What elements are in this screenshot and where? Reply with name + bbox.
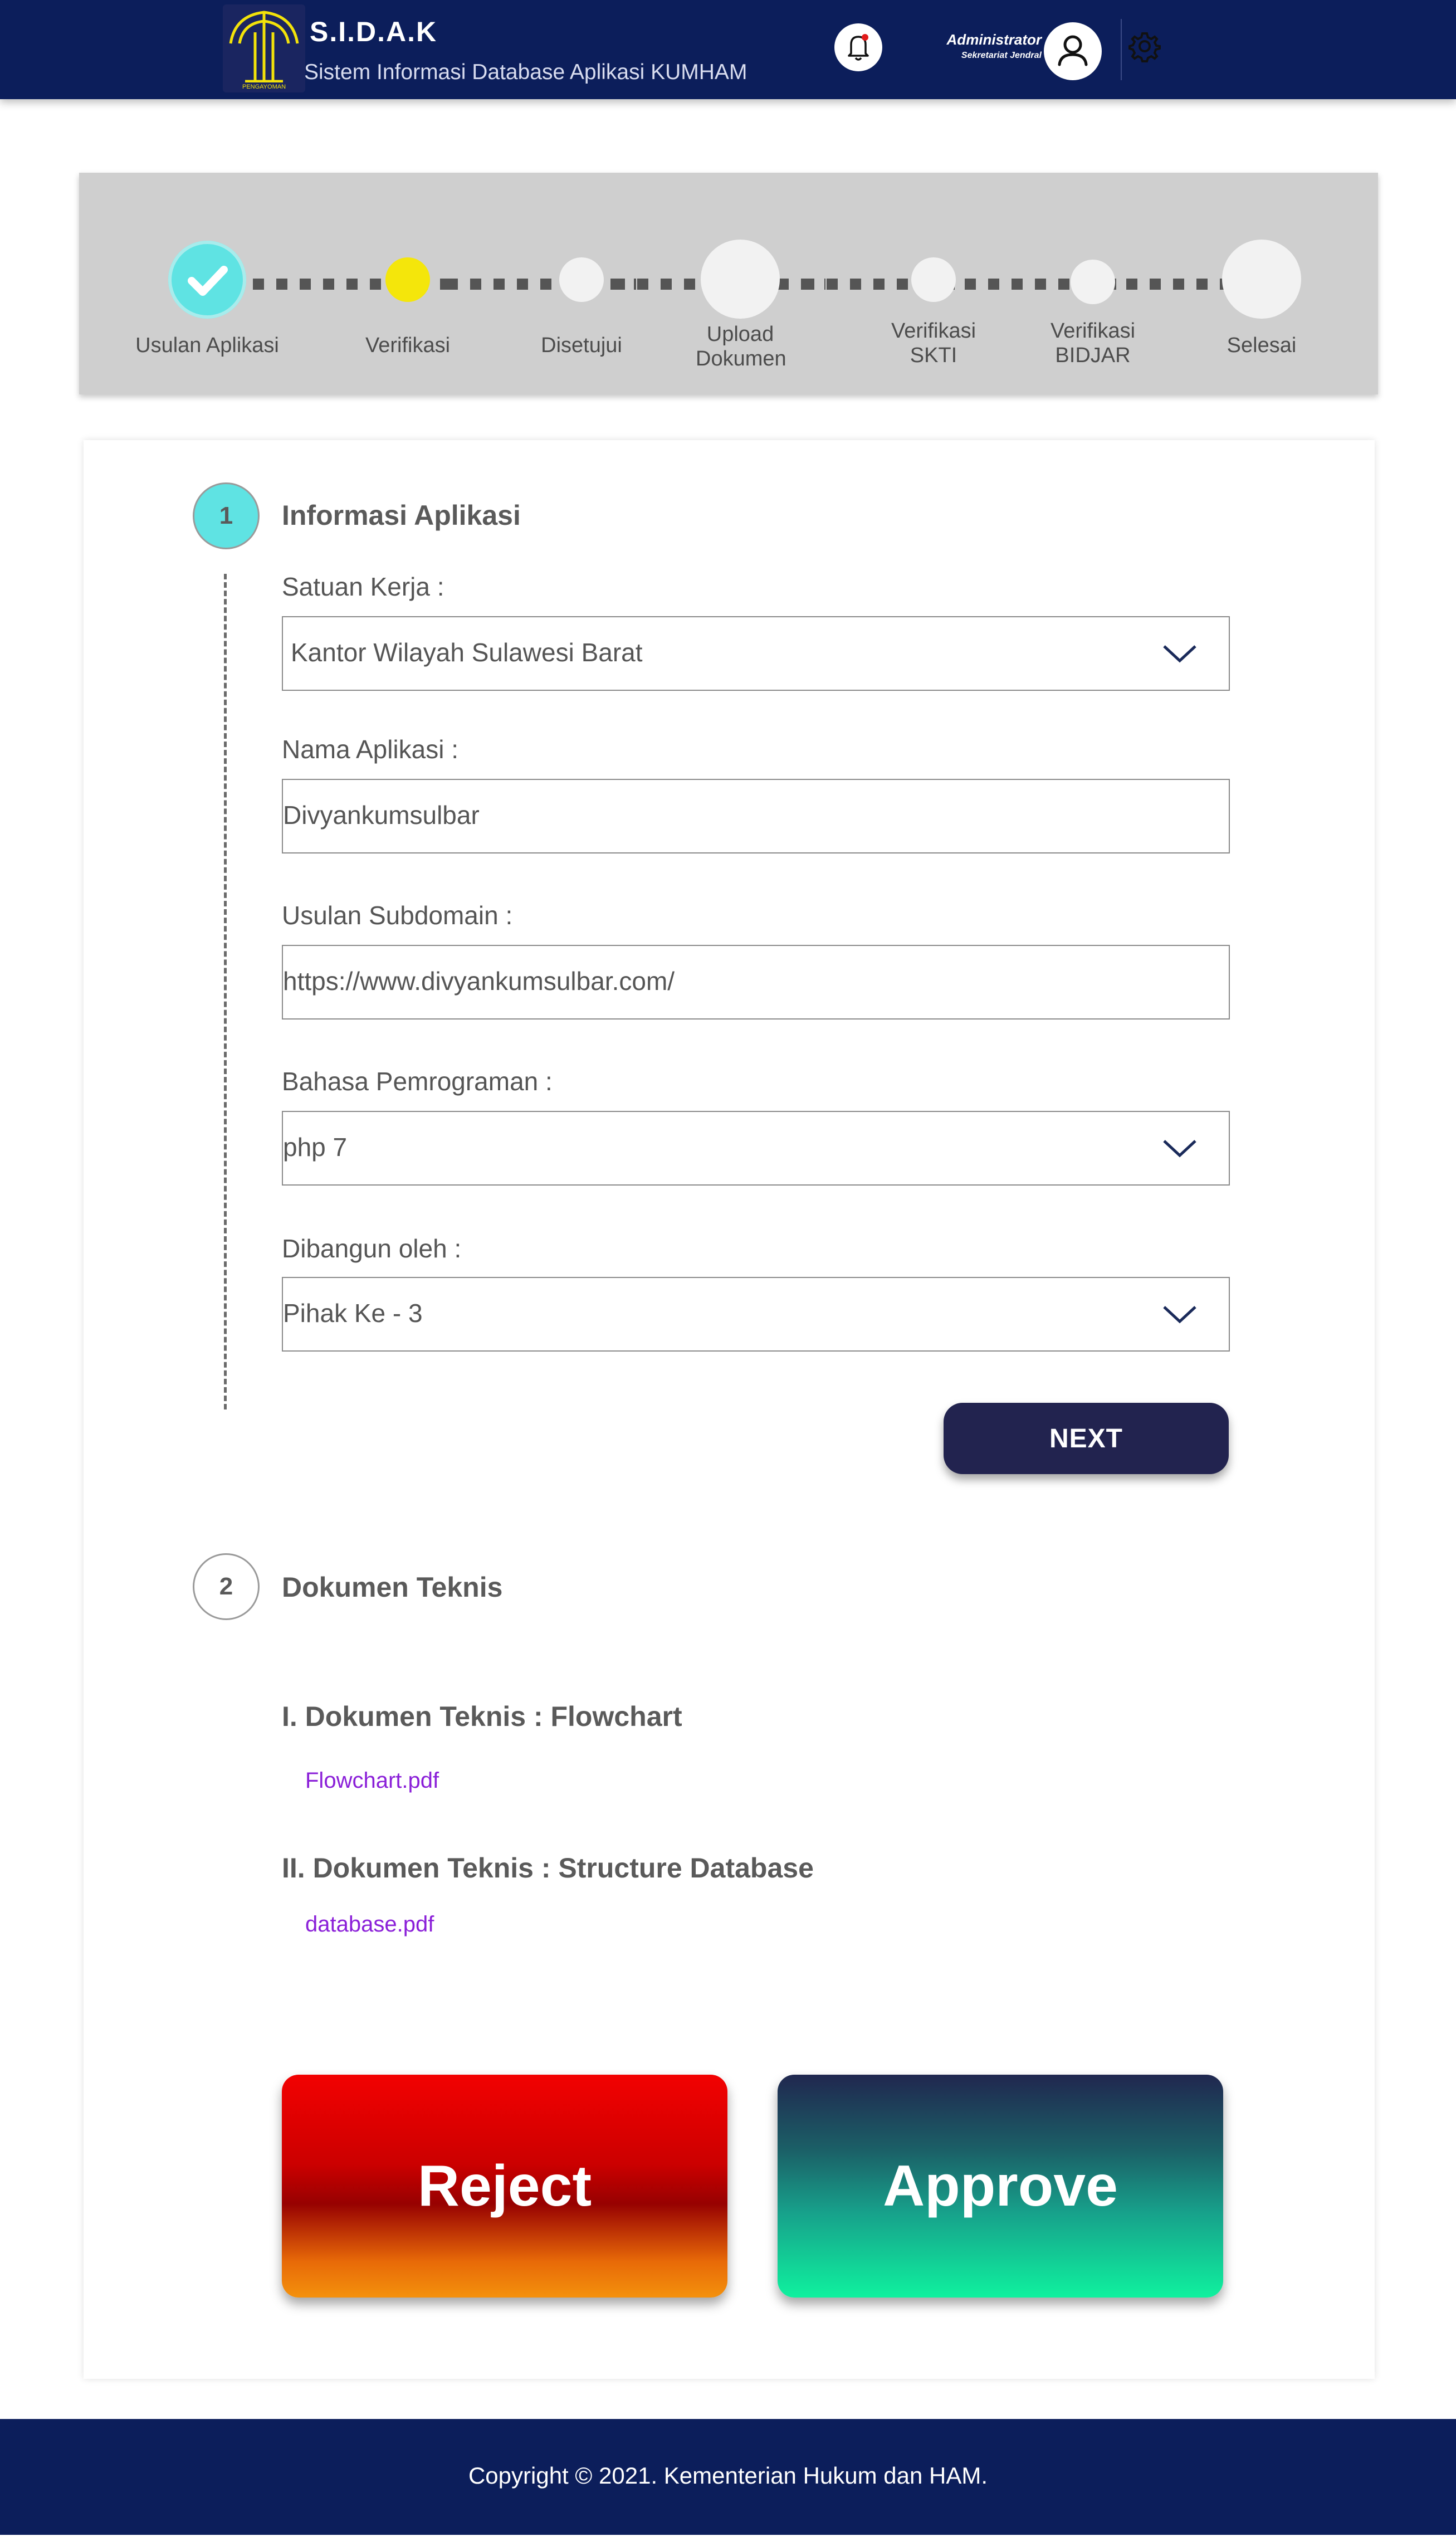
database-file-link[interactable]: database.pdf xyxy=(305,1912,434,1937)
field-label-bahasa-pemrograman: Bahasa Pemrograman : xyxy=(282,1067,553,1096)
step-verifikasi[interactable] xyxy=(385,257,430,302)
logo-emblem[interactable]: PENGAYOMAN xyxy=(223,4,305,92)
field-value: php 7 xyxy=(283,1133,348,1162)
top-header: PENGAYOMAN S.I.D.A.K Sistem Informasi Da… xyxy=(0,0,1456,99)
dibangun-oleh-select[interactable]: Pihak Ke - 3 xyxy=(282,1277,1230,1352)
step-label: Upload Dokumen xyxy=(696,323,786,370)
flowchart-file-link[interactable]: Flowchart.pdf xyxy=(305,1768,439,1793)
document-title-flowchart: I. Dokumen Teknis : Flowchart xyxy=(282,1701,682,1732)
document-title-structure-database: II. Dokumen Teknis : Structure Database xyxy=(282,1852,814,1884)
step-label: Usulan Aplikasi xyxy=(135,334,279,357)
step-disetujui[interactable] xyxy=(559,257,604,302)
field-value: Pihak Ke - 3 xyxy=(283,1299,423,1328)
header-divider xyxy=(1121,19,1122,80)
user-role: Sekretariat Jendral xyxy=(961,51,1042,60)
logo-text: PENGAYOMAN xyxy=(242,84,286,90)
step-label: Verifikasi BIDJAR xyxy=(1050,319,1136,367)
section-title-informasi-aplikasi: Informasi Aplikasi xyxy=(282,500,521,531)
section-connector xyxy=(224,574,227,1409)
app-subtitle: Sistem Informasi Database Aplikasi KUMHA… xyxy=(304,60,747,84)
bell-icon xyxy=(848,34,869,61)
user-info[interactable]: Administrator Sekretariat Jendral xyxy=(886,31,1042,81)
check-icon xyxy=(188,266,228,296)
step-label: Verifikasi SKTI xyxy=(891,319,976,367)
copyright-text: Copyright © 2021. Kementerian Hukum dan … xyxy=(468,2462,988,2489)
approve-button[interactable]: Approve xyxy=(778,2075,1223,2298)
step-usulan-aplikasi[interactable] xyxy=(168,241,246,319)
step-label: Verifikasi xyxy=(365,334,451,357)
step-verifikasi-skti[interactable] xyxy=(911,257,956,302)
usulan-subdomain-input[interactable]: https://www.divyankumsulbar.com/ xyxy=(282,945,1230,1020)
chevron-down-icon xyxy=(1162,1137,1198,1161)
satuan-kerja-select[interactable]: Kantor Wilayah Sulawesi Barat xyxy=(282,616,1230,691)
app-title: S.I.D.A.K xyxy=(310,16,438,47)
user-name: Administrator xyxy=(946,31,1042,48)
user-avatar[interactable] xyxy=(1044,22,1102,80)
notification-button[interactable] xyxy=(834,23,882,71)
settings-button[interactable] xyxy=(1125,27,1164,66)
stepper-connector xyxy=(253,279,462,290)
step-label: Disetujui xyxy=(541,334,622,357)
field-label-nama-aplikasi: Nama Aplikasi : xyxy=(282,735,459,764)
stepper-connector xyxy=(447,279,636,290)
field-value: Kantor Wilayah Sulawesi Barat xyxy=(291,638,643,667)
application-form-card: 1 Informasi Aplikasi Satuan Kerja : Kant… xyxy=(84,440,1375,2379)
progress-stepper: Usulan Aplikasi Verifikasi Disetujui Upl… xyxy=(79,173,1378,394)
field-label-dibangun-oleh: Dibangun oleh : xyxy=(282,1234,462,1263)
reject-button[interactable]: Reject xyxy=(282,2075,727,2298)
step-upload-dokumen[interactable] xyxy=(701,240,780,319)
step-verifikasi-bidjar[interactable] xyxy=(1071,260,1115,304)
nama-aplikasi-input[interactable]: Divyankumsulbar xyxy=(282,779,1230,853)
field-label-usulan-subdomain: Usulan Subdomain : xyxy=(282,901,513,930)
bahasa-pemrograman-select[interactable]: php 7 xyxy=(282,1111,1230,1186)
chevron-down-icon xyxy=(1162,642,1198,666)
section-title-dokumen-teknis: Dokumen Teknis xyxy=(282,1572,503,1603)
logo-emblem-graphic: PENGAYOMAN xyxy=(229,11,299,90)
section-number-2: 2 xyxy=(193,1553,260,1620)
footer: Copyright © 2021. Kementerian Hukum dan … xyxy=(0,2419,1456,2535)
gear-icon xyxy=(1128,32,1161,62)
field-value: https://www.divyankumsulbar.com/ xyxy=(283,967,675,996)
chevron-down-icon xyxy=(1162,1303,1198,1327)
user-icon xyxy=(1058,35,1088,66)
field-label-satuan-kerja: Satuan Kerja : xyxy=(282,572,444,601)
next-button[interactable]: NEXT xyxy=(944,1403,1229,1474)
step-selesai[interactable] xyxy=(1222,240,1301,319)
step-label: Selesai xyxy=(1227,334,1297,357)
section-number-1: 1 xyxy=(193,482,260,549)
field-value: Divyankumsulbar xyxy=(283,801,480,830)
